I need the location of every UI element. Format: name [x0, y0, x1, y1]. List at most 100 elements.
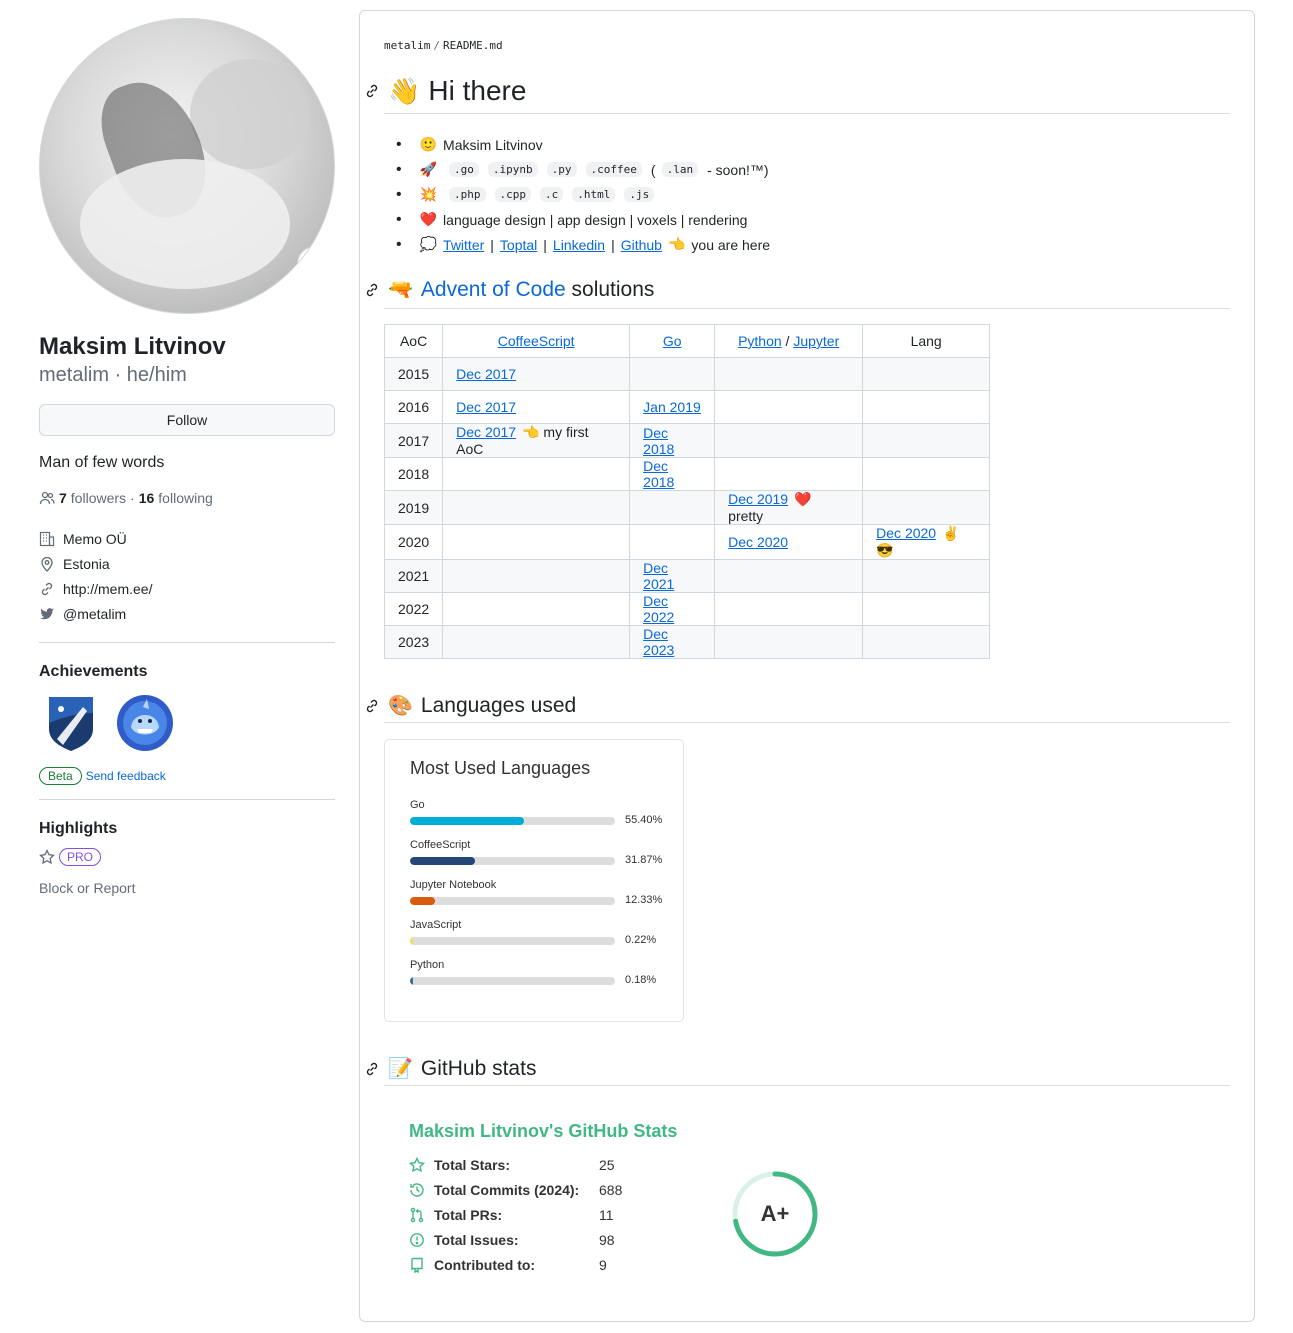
- language-bar-track: [410, 857, 615, 865]
- list-item-interests: ❤️ language design | app design | voxels…: [396, 207, 770, 232]
- col-coffeescript-link[interactable]: CoffeeScript: [498, 333, 575, 349]
- rank-label: A+: [761, 1201, 790, 1226]
- solution-link[interactable]: Jan 2019: [643, 399, 701, 415]
- col-jupyter-link[interactable]: Jupyter: [793, 333, 839, 349]
- organization-icon: [39, 531, 55, 546]
- following-count[interactable]: 16: [139, 490, 155, 506]
- col-go-link[interactable]: Go: [663, 333, 682, 349]
- send-feedback-link[interactable]: Send feedback: [86, 769, 166, 783]
- beta-badge: Beta: [39, 767, 82, 785]
- rank-circle: A+: [732, 1171, 818, 1257]
- year-cell: 2018: [383, 457, 444, 491]
- profile-details: Memo OÜ Estonia http://mem.ee/ @metalim: [39, 526, 335, 626]
- language-percent: 31.87%: [625, 854, 663, 866]
- readme-box: metalim/README.md 👋 Hi there 🙂 Maksim Li…: [359, 10, 1255, 1322]
- solution-link[interactable]: Dec 2023: [643, 626, 674, 658]
- solution-link[interactable]: Dec 2020: [728, 534, 788, 550]
- language-bar-track: [410, 897, 615, 905]
- wave-emoji: 👋: [388, 75, 421, 106]
- language-item: CoffeeScript 31.87%: [410, 839, 670, 866]
- solution-link[interactable]: Dec 2020: [876, 525, 936, 541]
- solution-link[interactable]: Dec 2022: [643, 593, 674, 625]
- github-link[interactable]: Github: [621, 237, 662, 253]
- anchor-link-icon[interactable]: [364, 698, 380, 714]
- hi-heading: 👋 Hi there: [364, 75, 526, 107]
- profile-full-name: Maksim Litvinov: [39, 333, 226, 360]
- language-name: Go: [410, 799, 425, 811]
- language-item: Go 55.40%: [410, 799, 670, 826]
- highlights-list: PRO: [39, 848, 335, 866]
- following-link[interactable]: following: [158, 490, 212, 506]
- achievements-title[interactable]: Achievements: [39, 663, 335, 681]
- table-row: 2020 Dec 2020 Dec 2020 ✌️ 😎: [383, 524, 991, 560]
- link-icon: [41, 582, 53, 595]
- readme-path: metalim / README.md: [384, 39, 503, 52]
- col-python-link[interactable]: Python: [738, 333, 782, 349]
- stat-row: Total Stars: 25: [409, 1155, 639, 1175]
- twitter-link[interactable]: Twitter: [443, 237, 484, 253]
- list-item-name: 🙂 Maksim Litvinov: [396, 132, 770, 157]
- status-badge[interactable]: 🎯: [297, 246, 333, 282]
- follow-button[interactable]: Follow: [39, 404, 335, 436]
- avatar[interactable]: 🎯: [39, 18, 335, 314]
- readme-file-link[interactable]: README.md: [443, 39, 503, 52]
- issue-icon: [410, 1233, 424, 1247]
- language-percent: 0.22%: [625, 934, 657, 946]
- twitter-icon: [40, 607, 54, 619]
- solution-link[interactable]: Dec 2018: [643, 458, 674, 490]
- profile-sidebar: 🎯 Maksim Litvinov metalim · he/him Follo…: [39, 18, 335, 896]
- table-row: 2017 Dec 2017 👈 my first AoC Dec 2018: [383, 423, 991, 458]
- twitter-item[interactable]: @metalim: [39, 601, 335, 626]
- aoc-link[interactable]: Advent of Code: [421, 278, 566, 301]
- solution-link[interactable]: Dec 2017: [456, 399, 516, 415]
- year-cell: 2015: [383, 357, 444, 391]
- hi-title: Hi there: [428, 75, 527, 106]
- language-percent: 0.18%: [625, 974, 657, 986]
- year-cell: 2016: [383, 390, 444, 424]
- linkedin-link[interactable]: Linkedin: [553, 237, 605, 253]
- followers-count[interactable]: 7: [59, 490, 67, 506]
- year-cell: 2019: [383, 490, 444, 525]
- intro-list: 🙂 Maksim Litvinov 🚀 .go .ipynb .py .coff…: [384, 132, 770, 257]
- language-bar-fill: [410, 897, 436, 905]
- aoc-heading: 🔫 Advent of Code solutions: [364, 277, 654, 302]
- solution-link[interactable]: Dec 2019: [728, 491, 788, 507]
- language-bar-fill: [410, 977, 414, 985]
- language-name: Jupyter Notebook: [410, 879, 497, 891]
- anchor-link-icon[interactable]: [364, 83, 380, 99]
- col-aoc: AoC: [383, 324, 444, 358]
- solution-link[interactable]: Dec 2021: [643, 560, 674, 592]
- location-icon: [41, 556, 53, 572]
- pull-request-icon: [410, 1207, 424, 1223]
- anchor-link-icon[interactable]: [364, 282, 380, 298]
- language-bar-fill: [410, 817, 524, 825]
- solution-link[interactable]: Dec 2017: [456, 424, 516, 440]
- readme-owner-link[interactable]: metalim: [384, 39, 430, 52]
- achievement-badge-starstruck[interactable]: [39, 693, 103, 753]
- year-cell: 2021: [383, 559, 444, 593]
- stats-card-title: Maksim Litvinov's GitHub Stats: [409, 1121, 678, 1141]
- col-lang: Lang: [862, 324, 991, 358]
- table-row: 2019 Dec 2019 ❤️ pretty: [383, 490, 991, 525]
- stat-row: Total PRs: 11: [409, 1205, 639, 1225]
- language-item: Python 0.18%: [410, 959, 670, 986]
- solution-link[interactable]: Dec 2018: [643, 425, 674, 457]
- language-name: JavaScript: [410, 919, 462, 931]
- language-item: Jupyter Notebook 12.33%: [410, 879, 670, 906]
- website-item[interactable]: http://mem.ee/: [39, 576, 335, 601]
- profile-bio: Man of few words: [39, 454, 165, 471]
- block-report-link[interactable]: Block or Report: [39, 880, 335, 896]
- solution-link[interactable]: Dec 2017: [456, 366, 516, 382]
- achievement-badge-shark[interactable]: [115, 693, 175, 753]
- water-gun-emoji: 🔫: [388, 279, 413, 301]
- table-row: 2023 Dec 2023: [383, 625, 991, 659]
- location-item: Estonia: [39, 551, 335, 576]
- language-percent: 12.33%: [625, 894, 663, 906]
- year-cell: 2022: [383, 592, 444, 626]
- table-row: 2015 Dec 2017: [383, 357, 991, 391]
- stats-heading: 📝 GitHub stats: [364, 1056, 536, 1081]
- followers-link[interactable]: followers: [71, 490, 126, 506]
- people-icon: [39, 491, 55, 505]
- toptal-link[interactable]: Toptal: [500, 237, 537, 253]
- anchor-link-icon[interactable]: [364, 1061, 380, 1077]
